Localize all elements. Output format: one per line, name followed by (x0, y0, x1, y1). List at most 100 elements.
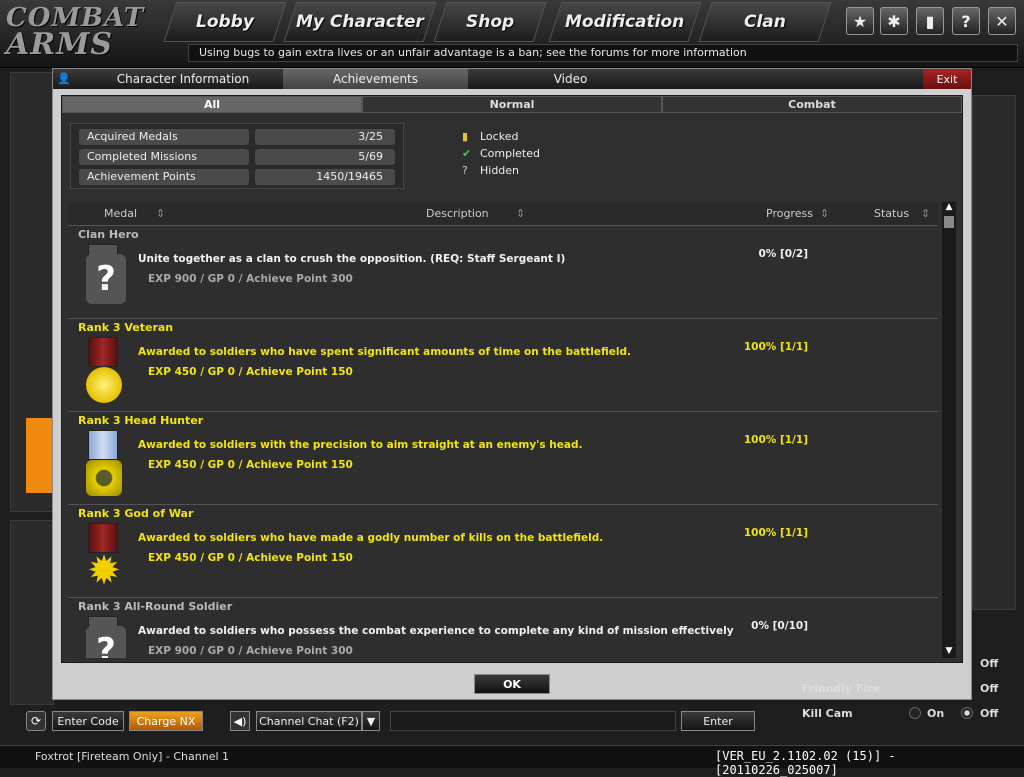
lock-icon: ▮ (462, 130, 469, 143)
row-progress: 0% [0/2] (758, 248, 808, 260)
row-title: Rank 3 Veteran (78, 321, 174, 334)
channel-chat-select[interactable]: Channel Chat (F2) (256, 711, 362, 731)
row-progress: 100% [1/1] (743, 527, 808, 539)
gold-medal-icon (86, 367, 122, 403)
chevron-down-icon[interactable]: ▼ (362, 711, 380, 731)
star-icon[interactable]: ★ (846, 7, 874, 35)
list-scrollbar[interactable]: ▲ ▼ (942, 202, 956, 658)
row-description: Awarded to soldiers with the precision t… (138, 439, 583, 451)
ribbon-icon (88, 430, 118, 460)
stats-box: Acquired Medals 3/25 Completed Missions … (70, 123, 404, 189)
nav-tab-clan[interactable]: Clan (698, 2, 832, 42)
sort-icon[interactable]: ⇕ (156, 207, 165, 220)
option-off-label: Off (980, 657, 999, 670)
tab-video[interactable]: Video (473, 69, 668, 89)
stat-missions-value: 5/69 (255, 149, 395, 165)
friendly-fire-label: Friendly Fire (802, 682, 881, 695)
achievement-row-god-of-war[interactable]: Rank 3 God of War ✹ Awarded to soldiers … (68, 505, 938, 598)
stat-points-label: Achievement Points (79, 169, 249, 185)
bullet-medal-icon (86, 460, 122, 496)
subtab-all[interactable]: All (62, 96, 362, 113)
nav-tab-shop[interactable]: Shop (433, 2, 547, 42)
question-icon: ? (462, 164, 468, 177)
user-icon: 👤 (57, 72, 71, 85)
nav-tab-my-character[interactable]: My Character (283, 2, 437, 42)
sort-icon[interactable]: ⇕ (820, 207, 829, 220)
dialog-tabs: 👤 Character Information Achievements Vid… (53, 69, 971, 89)
status-bar: Foxtrot [Fireteam Only] - Channel 1 [VER… (0, 745, 1024, 777)
row-title: Rank 3 God of War (78, 507, 194, 520)
check-icon: ✔ (462, 147, 472, 160)
stat-medals-value: 3/25 (255, 129, 395, 145)
sort-icon[interactable]: ⇕ (921, 207, 930, 220)
row-reward: EXP 450 / GP 0 / Achieve Point 150 (148, 552, 353, 564)
help-icon[interactable]: ? (952, 7, 980, 35)
scroll-down-icon[interactable]: ▼ (942, 646, 956, 658)
hidden-medal-icon: ? (86, 626, 126, 658)
tab-achievements[interactable]: Achievements (283, 69, 468, 89)
achievement-row-all-round-soldier[interactable]: Rank 3 All-Round Soldier ? Awarded to so… (68, 598, 938, 658)
subtab-combat[interactable]: Combat (662, 96, 962, 113)
nav-tab-modification[interactable]: Modification (548, 2, 702, 42)
row-reward: EXP 900 / GP 0 / Achieve Point 300 (148, 645, 353, 657)
close-icon[interactable]: ✕ (988, 7, 1016, 35)
row-description: Unite together as a clan to crush the op… (138, 253, 566, 265)
version-text: [VER_EU_2.1102.02 (15)] - [20110226_0250… (715, 749, 896, 777)
scroll-up-icon[interactable]: ▲ (942, 202, 956, 214)
scroll-thumb[interactable] (944, 216, 954, 228)
stat-missions-label: Completed Missions (79, 149, 249, 165)
legend-locked: ▮ Locked (462, 130, 519, 143)
lock-icon[interactable]: ▮ (916, 7, 944, 35)
row-reward: EXP 450 / GP 0 / Achieve Point 150 (148, 366, 353, 378)
nav-tab-lobby[interactable]: Lobby (163, 2, 287, 42)
left-bottom-panel (10, 520, 54, 705)
col-medal[interactable]: Medal (104, 207, 137, 220)
legend-hidden: ? Hidden (462, 164, 520, 177)
enter-code-button[interactable]: Enter Code (52, 711, 124, 731)
character-portrait (26, 418, 54, 493)
gear-icon[interactable]: ✱ (880, 7, 908, 35)
achievement-row-veteran[interactable]: Rank 3 Veteran Awarded to soldiers who h… (68, 319, 938, 412)
kill-cam-off-label: Off (980, 707, 999, 720)
row-description: Awarded to soldiers who have spent signi… (138, 346, 631, 358)
ok-button[interactable]: OK (474, 674, 550, 694)
achievement-list: Clan Hero ? Unite together as a clan to … (68, 226, 938, 658)
dialog-body: All Normal Combat Acquired Medals 3/25 C… (61, 95, 963, 663)
row-reward: EXP 450 / GP 0 / Achieve Point 150 (148, 459, 353, 471)
right-panel (972, 95, 1016, 610)
legend: ▮ Locked ✔ Completed ? Hidden (462, 130, 540, 177)
charge-nx-button[interactable]: Charge NX (129, 711, 203, 731)
row-progress: 0% [0/10] (751, 620, 808, 632)
chat-input[interactable] (390, 711, 676, 731)
row-title: Clan Hero (78, 228, 139, 241)
col-description[interactable]: Description (426, 207, 489, 220)
stat-medals-label: Acquired Medals (79, 129, 249, 145)
top-bar: COMBAT ARMS Lobby My Character Shop Modi… (0, 0, 1024, 68)
subtab-normal[interactable]: Normal (362, 96, 662, 113)
exit-button[interactable]: Exit (923, 69, 971, 89)
row-progress: 100% [1/1] (743, 434, 808, 446)
kill-cam-off-radio[interactable] (961, 707, 973, 719)
row-title: Rank 3 Head Hunter (78, 414, 204, 427)
kill-cam-label: Kill Cam (802, 707, 853, 720)
kill-cam-on-radio[interactable] (909, 707, 921, 719)
achievement-row-clan-hero[interactable]: Clan Hero ? Unite together as a clan to … (68, 226, 938, 319)
hidden-medal-icon: ? (86, 254, 126, 304)
friendly-fire-off-label: Off (980, 682, 999, 695)
list-header: Medal ⇕ Description ⇕ Progress ⇕ Status … (68, 202, 938, 226)
achievement-row-head-hunter[interactable]: Rank 3 Head Hunter Awarded to soldiers w… (68, 412, 938, 505)
sort-icon[interactable]: ⇕ (516, 207, 525, 220)
achievements-dialog: 👤 Character Information Achievements Vid… (52, 68, 972, 700)
row-description: Awarded to soldiers who have made a godl… (138, 532, 604, 544)
refresh-icon[interactable]: ⟳ (26, 711, 46, 731)
kill-cam-on-label: On (927, 707, 945, 720)
tab-character-information[interactable]: Character Information (83, 69, 283, 89)
row-title: Rank 3 All-Round Soldier (78, 600, 233, 613)
enter-button[interactable]: Enter (681, 711, 755, 731)
col-status[interactable]: Status (874, 207, 909, 220)
stat-points-value: 1450/19465 (255, 169, 395, 185)
speaker-icon[interactable]: ◀) (230, 711, 250, 731)
col-progress[interactable]: Progress (766, 207, 813, 220)
notice-banner: Using bugs to gain extra lives or an unf… (188, 44, 1018, 62)
channel-status: Foxtrot [Fireteam Only] - Channel 1 (35, 750, 230, 763)
